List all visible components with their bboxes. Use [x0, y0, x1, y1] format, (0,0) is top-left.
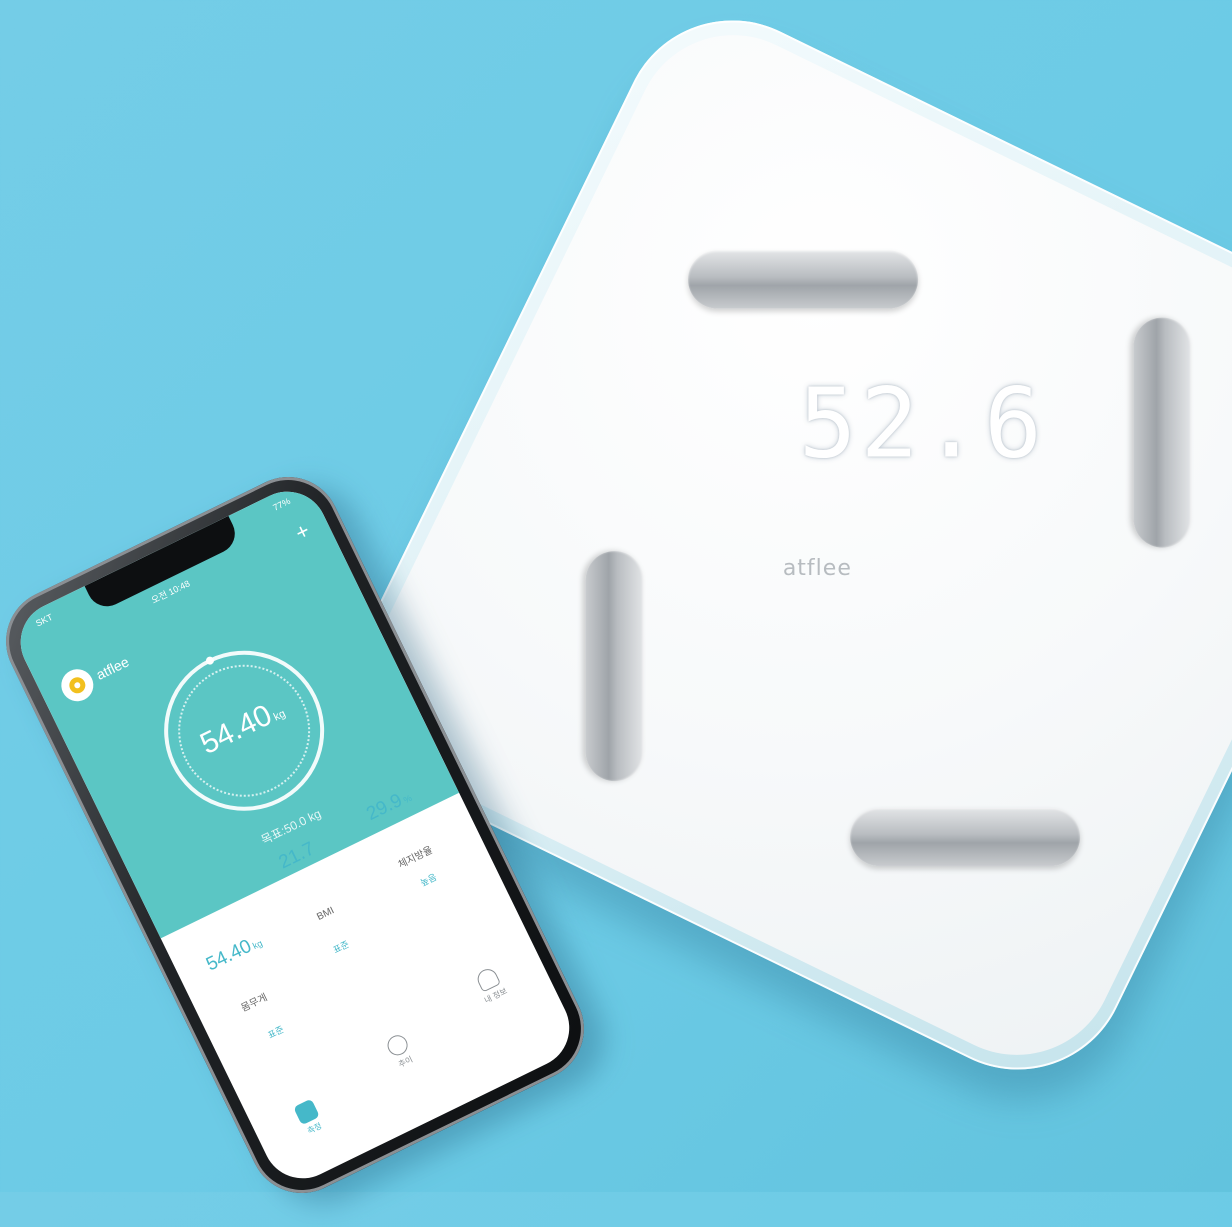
weight-stat-status: 표준: [266, 1024, 286, 1041]
tab-trend[interactable]: 추이: [366, 1023, 435, 1080]
scale-electrode-bottom-right: [850, 808, 1081, 867]
weight-stat-label: 몸무게: [239, 992, 270, 1015]
bmi-status: 표준: [331, 939, 351, 956]
product-scene: 52.6 atflee SKT 오전 10:48 77% + atflee 54…: [0, 0, 1232, 1221]
tab-profile[interactable]: 내 정보: [456, 957, 525, 1014]
body-fat-label: 체지방율: [396, 844, 435, 871]
bmi-label: BMI: [315, 905, 337, 923]
scale-electrode-top-right: [1133, 317, 1192, 548]
scale-electrode-top-left: [688, 250, 919, 309]
scale-led-display: 52.6: [798, 367, 1069, 480]
scale-brand-logo: atflee: [782, 556, 852, 582]
body-fat-status: 높음: [418, 871, 439, 889]
scale-electrode-bottom-left: [585, 551, 644, 782]
weight-gauge-marker: [204, 655, 216, 666]
weight-stat-value: 54.40kg: [203, 935, 264, 976]
tab-measure[interactable]: 측정: [275, 1090, 344, 1147]
scale-weight-reading: 52.6: [798, 367, 1046, 480]
